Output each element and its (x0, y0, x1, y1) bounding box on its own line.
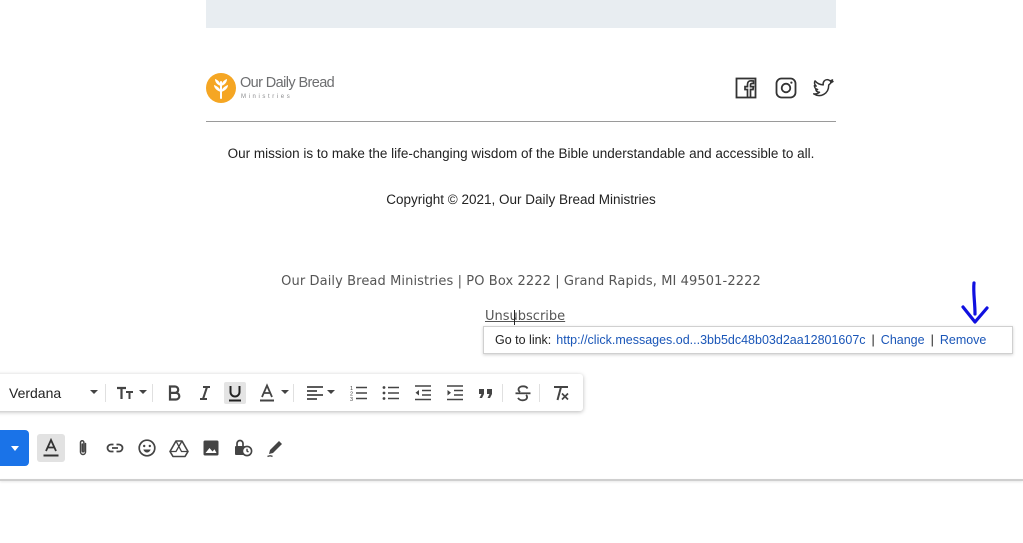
brand-logo[interactable]: Our Daily Bread Ministries (206, 72, 335, 104)
bold-icon (168, 385, 181, 401)
mailing-address: Our Daily Bread Ministries | PO Box 2222… (281, 274, 761, 289)
toolbar-divider (539, 384, 540, 402)
indent-more-button[interactable] (444, 382, 466, 404)
text-color-button[interactable] (256, 382, 278, 404)
link-url[interactable]: http://click.messages.od...3bb5dc48b03d2… (556, 333, 865, 347)
down-arrow-annotation (961, 281, 989, 324)
font-size-button[interactable] (114, 382, 136, 404)
chevron-down-icon (281, 390, 289, 394)
insert-link-button[interactable] (101, 434, 129, 462)
attach-file-button[interactable] (69, 434, 97, 462)
text-cursor (514, 310, 515, 325)
chevron-down-icon (139, 390, 147, 394)
align-button[interactable] (304, 382, 326, 404)
emoji-icon (138, 439, 156, 457)
align-icon (307, 386, 323, 400)
wheat-logo-icon (206, 73, 236, 103)
signature-icon (267, 441, 282, 458)
link-icon (106, 443, 124, 453)
underline-icon (229, 386, 241, 402)
photo-icon (203, 440, 219, 456)
remove-formatting-button[interactable] (550, 382, 572, 404)
link-popup: Go to link: http://click.messages.od...3… (483, 326, 1013, 354)
insert-photo-button[interactable] (197, 434, 225, 462)
numbered-list-button[interactable]: 1 2 3 (348, 382, 370, 404)
separator: | (871, 333, 875, 347)
confidential-icon (235, 439, 253, 457)
brand-subname: Ministries (241, 93, 293, 100)
brand-name: Our Daily Bread (240, 75, 335, 92)
email-banner-strip (206, 0, 836, 28)
instagram-link[interactable] (774, 76, 798, 100)
indent-more-icon (447, 385, 463, 401)
insert-drive-button[interactable] (165, 434, 193, 462)
send-options-button[interactable] (0, 430, 29, 466)
quote-icon (479, 389, 492, 398)
italic-icon (200, 386, 210, 400)
unsubscribe-link[interactable]: Unsubscribe (485, 309, 565, 324)
bulleted-list-icon (382, 386, 399, 400)
font-family-value: Verdana (9, 385, 62, 401)
confidential-mode-button[interactable] (229, 434, 257, 462)
compose-bottom-bar (0, 425, 1023, 480)
chevron-down-icon (90, 390, 98, 394)
indent-less-icon (415, 385, 431, 401)
underline-button[interactable] (224, 382, 246, 404)
bulleted-list-button[interactable] (380, 382, 402, 404)
font-size-icon (117, 386, 133, 399)
svg-text:3: 3 (350, 397, 353, 403)
toolbar-divider (152, 384, 153, 402)
formatting-options-button[interactable] (37, 434, 65, 462)
numbered-list-icon: 1 2 3 (350, 386, 367, 403)
facebook-link[interactable] (734, 76, 758, 100)
remove-formatting-icon (554, 386, 569, 401)
copyright-text: Copyright © 2021, Our Daily Bread Minist… (386, 192, 656, 207)
toolbar-divider (293, 384, 294, 402)
remove-link-button[interactable]: Remove (940, 333, 987, 347)
footer-divider (206, 121, 836, 122)
facebook-icon (735, 77, 757, 99)
attach-icon (79, 440, 87, 456)
twitter-link[interactable] (811, 76, 835, 100)
chevron-down-icon (327, 390, 335, 394)
text-color-icon (260, 383, 274, 402)
toolbar-divider (105, 384, 106, 402)
bold-button[interactable] (163, 382, 185, 404)
goto-link-label: Go to link: (495, 333, 552, 347)
instagram-icon (775, 77, 797, 99)
twitter-icon (812, 78, 834, 97)
quote-button[interactable] (475, 382, 497, 404)
font-family-select[interactable]: Verdana (9, 383, 101, 403)
separator: | (930, 333, 934, 347)
insert-emoji-button[interactable] (133, 434, 161, 462)
formatting-options-icon (43, 438, 59, 457)
drive-icon (169, 440, 189, 458)
insert-signature-button[interactable] (261, 434, 289, 462)
mission-statement: Our mission is to make the life-changing… (227, 146, 815, 161)
indent-less-button[interactable] (412, 382, 434, 404)
change-link-button[interactable]: Change (881, 333, 925, 347)
chevron-down-icon (10, 445, 19, 451)
compose-bottom-border (0, 479, 1023, 481)
strikethrough-button[interactable] (512, 382, 534, 404)
formatting-toolbar: Verdana 1 2 3 (0, 374, 583, 411)
italic-button[interactable] (194, 382, 216, 404)
toolbar-divider (502, 384, 503, 402)
strikethrough-icon (515, 385, 531, 402)
